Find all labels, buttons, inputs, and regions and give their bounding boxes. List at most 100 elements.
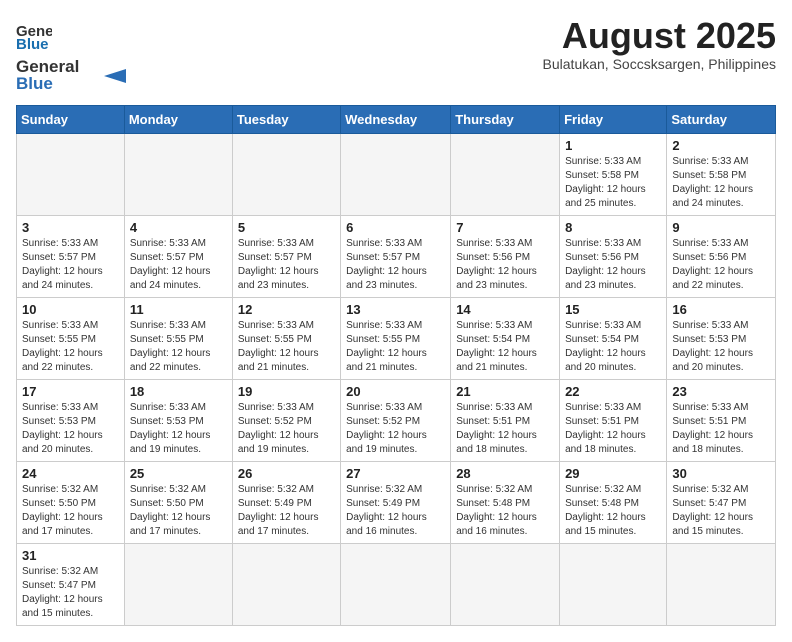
day-number: 11 [130,302,227,317]
calendar-week-row: 31Sunrise: 5:32 AM Sunset: 5:47 PM Dayli… [17,544,776,626]
calendar-day-cell: 22 Sunrise: 5:33 AM Sunset: 5:51 PM Dayli… [560,380,667,462]
calendar-day-cell: 6 Sunrise: 5:33 AM Sunset: 5:57 PM Daylig… [341,216,451,298]
day-number: 30 [672,466,770,481]
day-info: Sunrise: 5:33 AM Sunset: 5:58 PM Dayligh… [565,155,661,211]
svg-text:Blue: Blue [16,36,49,52]
day-number: 23 [672,384,770,399]
calendar-day-cell: 23Sunrise: 5:33 AM Sunset: 5:51 PM Dayli… [667,380,776,462]
calendar-day-cell: 21Sunrise: 5:33 AM Sunset: 5:51 PM Dayli… [451,380,560,462]
calendar-day-cell: 31Sunrise: 5:32 AM Sunset: 5:47 PM Dayli… [17,544,125,626]
day-number: 4 [130,220,227,235]
calendar-day-cell: 15 Sunrise: 5:33 AM Sunset: 5:54 PM Dayli… [560,298,667,380]
calendar-week-row: 1 Sunrise: 5:33 AM Sunset: 5:58 PM Daylig… [17,134,776,216]
calendar-day-cell: 1 Sunrise: 5:33 AM Sunset: 5:58 PM Daylig… [560,134,667,216]
calendar-day-cell [17,134,125,216]
day-number: 2 [672,138,770,153]
calendar-day-cell: 27 Sunrise: 5:32 AM Sunset: 5:49 PM Dayli… [341,462,451,544]
logo-svg: General Blue [16,54,126,92]
day-number: 29 [565,466,661,481]
calendar-week-row: 17Sunrise: 5:33 AM Sunset: 5:53 PM Dayli… [17,380,776,462]
day-info: Sunrise: 5:33 AM Sunset: 5:51 PM Dayligh… [565,401,661,457]
weekday-header: Sunday [17,106,125,134]
day-number: 25 [130,466,227,481]
day-info: Sunrise: 5:32 AM Sunset: 5:48 PM Dayligh… [456,483,554,539]
calendar-header: General Blue General Blue August 2025 Bu… [16,16,776,97]
calendar-day-cell: 20Sunrise: 5:33 AM Sunset: 5:52 PM Dayli… [341,380,451,462]
day-info: Sunrise: 5:32 AM Sunset: 5:47 PM Dayligh… [672,483,770,539]
day-number: 6 [346,220,445,235]
calendar-day-cell: 11 Sunrise: 5:33 AM Sunset: 5:55 PM Dayli… [124,298,232,380]
calendar-day-cell [560,544,667,626]
day-info: Sunrise: 5:32 AM Sunset: 5:48 PM Dayligh… [565,483,661,539]
day-number: 10 [22,302,119,317]
calendar-day-cell: 7Sunrise: 5:33 AM Sunset: 5:56 PM Daylig… [451,216,560,298]
weekday-header: Thursday [451,106,560,134]
calendar-day-cell: 16Sunrise: 5:33 AM Sunset: 5:53 PM Dayli… [667,298,776,380]
day-number: 12 [238,302,335,317]
calendar-day-cell [341,134,451,216]
day-info: Sunrise: 5:33 AM Sunset: 5:53 PM Dayligh… [22,401,119,457]
weekday-header: Tuesday [232,106,340,134]
calendar-day-cell: 25 Sunrise: 5:32 AM Sunset: 5:50 PM Dayli… [124,462,232,544]
calendar-day-cell: 8Sunrise: 5:33 AM Sunset: 5:56 PM Daylig… [560,216,667,298]
calendar-day-cell: 10 Sunrise: 5:33 AM Sunset: 5:55 PM Dayli… [17,298,125,380]
day-info: Sunrise: 5:33 AM Sunset: 5:54 PM Dayligh… [456,319,554,375]
weekday-header: Saturday [667,106,776,134]
day-info: Sunrise: 5:33 AM Sunset: 5:54 PM Dayligh… [565,319,661,375]
day-info: Sunrise: 5:33 AM Sunset: 5:52 PM Dayligh… [238,401,335,457]
weekday-header: Wednesday [341,106,451,134]
weekday-header: Friday [560,106,667,134]
day-number: 22 [565,384,661,399]
day-info: Sunrise: 5:32 AM Sunset: 5:50 PM Dayligh… [130,483,227,539]
day-info: Sunrise: 5:33 AM Sunset: 5:53 PM Dayligh… [672,319,770,375]
day-number: 27 [346,466,445,481]
calendar-day-cell: 2 Sunrise: 5:33 AM Sunset: 5:58 PM Daylig… [667,134,776,216]
day-info: Sunrise: 5:33 AM Sunset: 5:57 PM Dayligh… [238,237,335,293]
day-number: 26 [238,466,335,481]
logo-icon: General Blue [16,16,52,52]
day-number: 28 [456,466,554,481]
day-number: 8 [565,220,661,235]
day-info: Sunrise: 5:32 AM Sunset: 5:49 PM Dayligh… [346,483,445,539]
calendar-day-cell [451,134,560,216]
day-number: 7 [456,220,554,235]
day-number: 21 [456,384,554,399]
day-info: Sunrise: 5:33 AM Sunset: 5:57 PM Dayligh… [346,237,445,293]
day-number: 5 [238,220,335,235]
calendar-day-cell: 18 Sunrise: 5:33 AM Sunset: 5:53 PM Dayli… [124,380,232,462]
calendar-day-cell [667,544,776,626]
day-info: Sunrise: 5:33 AM Sunset: 5:55 PM Dayligh… [22,319,119,375]
calendar-week-row: 10 Sunrise: 5:33 AM Sunset: 5:55 PM Dayli… [17,298,776,380]
day-info: Sunrise: 5:32 AM Sunset: 5:50 PM Dayligh… [22,483,119,539]
day-info: Sunrise: 5:33 AM Sunset: 5:55 PM Dayligh… [130,319,227,375]
calendar-day-cell: 3 Sunrise: 5:33 AM Sunset: 5:57 PM Daylig… [17,216,125,298]
calendar-day-cell: 9Sunrise: 5:33 AM Sunset: 5:56 PM Daylig… [667,216,776,298]
calendar-day-cell [341,544,451,626]
weekday-header: Monday [124,106,232,134]
calendar-day-cell [124,134,232,216]
day-number: 13 [346,302,445,317]
day-info: Sunrise: 5:33 AM Sunset: 5:58 PM Dayligh… [672,155,770,211]
day-info: Sunrise: 5:33 AM Sunset: 5:57 PM Dayligh… [22,237,119,293]
day-info: Sunrise: 5:33 AM Sunset: 5:57 PM Dayligh… [130,237,227,293]
day-info: Sunrise: 5:32 AM Sunset: 5:47 PM Dayligh… [22,565,119,621]
day-number: 3 [22,220,119,235]
calendar-table: SundayMondayTuesdayWednesdayThursdayFrid… [16,105,776,626]
day-number: 14 [456,302,554,317]
day-number: 9 [672,220,770,235]
calendar-day-cell: 17Sunrise: 5:33 AM Sunset: 5:53 PM Dayli… [17,380,125,462]
day-number: 15 [565,302,661,317]
calendar-day-cell: 4 Sunrise: 5:33 AM Sunset: 5:57 PM Daylig… [124,216,232,298]
calendar-day-cell: 29 Sunrise: 5:32 AM Sunset: 5:48 PM Dayli… [560,462,667,544]
calendar-day-cell: 26Sunrise: 5:32 AM Sunset: 5:49 PM Dayli… [232,462,340,544]
day-info: Sunrise: 5:33 AM Sunset: 5:55 PM Dayligh… [238,319,335,375]
svg-text:Blue: Blue [16,74,53,92]
day-number: 19 [238,384,335,399]
day-number: 18 [130,384,227,399]
calendar-day-cell: 30 Sunrise: 5:32 AM Sunset: 5:47 PM Dayli… [667,462,776,544]
day-number: 24 [22,466,119,481]
calendar-day-cell [232,134,340,216]
calendar-day-cell [232,544,340,626]
day-info: Sunrise: 5:33 AM Sunset: 5:53 PM Dayligh… [130,401,227,457]
day-number: 1 [565,138,661,153]
